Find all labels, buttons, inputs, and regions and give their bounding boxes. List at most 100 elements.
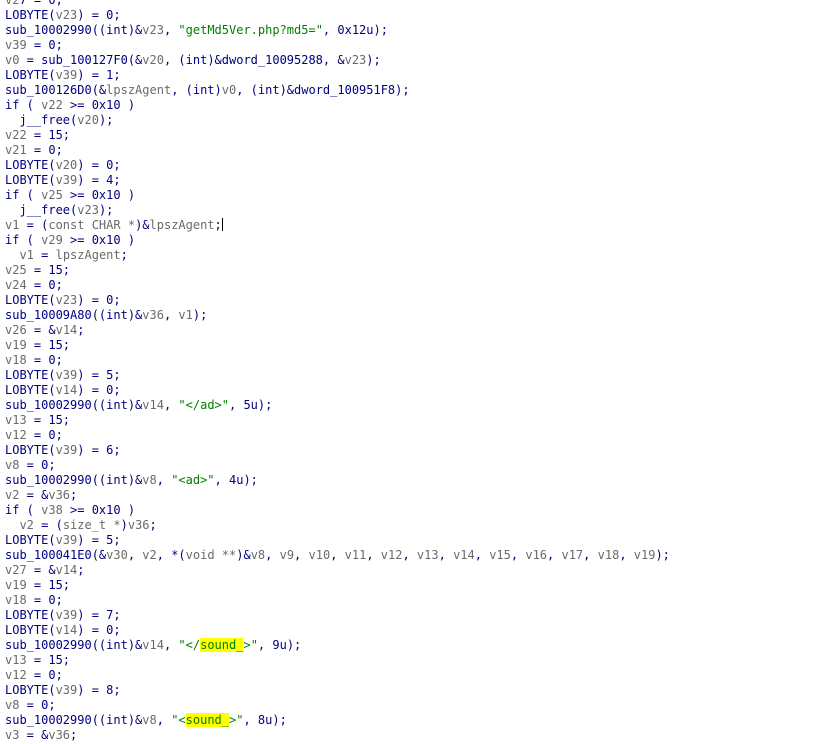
code-line[interactable]: LOBYTE(v39) = 5; <box>5 533 670 548</box>
code-text: = 0; <box>26 427 63 442</box>
code-line[interactable]: LOBYTE(v14) = 0; <box>5 623 670 638</box>
code-line[interactable]: LOBYTE(v39) = 8; <box>5 683 670 698</box>
code-line[interactable]: v1 = lpszAgent; <box>5 248 670 263</box>
code-line[interactable]: LOBYTE(v20) = 0; <box>5 158 670 173</box>
code-line[interactable]: v27 = 0; <box>5 0 670 8</box>
code-line[interactable]: LOBYTE(v39) = 1; <box>5 68 670 83</box>
code-text: if ( <box>5 187 42 202</box>
code-line[interactable]: v27 = &v14; <box>5 563 670 578</box>
code-line[interactable]: v18 = 0; <box>5 593 670 608</box>
code-text: ; <box>214 217 222 232</box>
code-line[interactable]: sub_100041E0(&v30, v2, *(void **)&v8, v9… <box>5 548 670 563</box>
code-text: ) = 8; <box>77 682 121 697</box>
code-line[interactable]: v25 = 15; <box>5 263 670 278</box>
code-line[interactable]: LOBYTE(v39) = 7; <box>5 608 670 623</box>
code-line[interactable]: v1 = (const CHAR *)&lpszAgent; <box>5 217 670 233</box>
code-text: ) = 0; <box>77 622 121 637</box>
code-text: LOBYTE( <box>5 292 56 307</box>
identifier: v23 <box>55 292 78 307</box>
code-text: , <box>127 547 143 562</box>
code-line[interactable]: sub_10002990((int)&v14, "</sound_>", 9u)… <box>5 637 670 653</box>
code-line[interactable]: v24 = 0; <box>5 278 670 293</box>
code-line[interactable]: sub_100126D0(&lpszAgent, (int)v0, (int)&… <box>5 83 670 98</box>
identifier: v1 <box>178 307 193 322</box>
code-line[interactable]: v12 = 0; <box>5 668 670 683</box>
code-line[interactable]: v12 = 0; <box>5 428 670 443</box>
code-line[interactable]: v19 = 15; <box>5 578 670 593</box>
code-text: , (int)&dword_10095288, & <box>163 52 345 67</box>
identifier: v36 <box>127 517 150 532</box>
code-line[interactable]: if ( v38 >= 0x10 ) <box>5 503 670 518</box>
code-line[interactable]: v0 = sub_100127F0(&v20, (int)&dword_1009… <box>5 53 670 68</box>
code-line[interactable]: if ( v29 >= 0x10 ) <box>5 233 670 248</box>
code-text: ); <box>655 547 670 562</box>
code-line[interactable]: v22 = 15; <box>5 128 670 143</box>
code-text: , <box>156 712 172 727</box>
code-text: LOBYTE( <box>5 382 56 397</box>
identifier: v8 <box>5 457 20 472</box>
identifier: v27 <box>5 562 27 577</box>
code-text: , <box>294 547 309 562</box>
code-text: )& <box>135 217 150 232</box>
code-text: , <box>547 547 562 562</box>
code-line[interactable]: LOBYTE(v39) = 6; <box>5 443 670 458</box>
code-line[interactable]: v2 = (size_t *)v36; <box>5 518 670 533</box>
search-highlight: sound_ <box>185 712 229 727</box>
code-line[interactable]: LOBYTE(v39) = 5; <box>5 368 670 383</box>
identifier: v30 <box>106 547 128 562</box>
code-line[interactable]: LOBYTE(v23) = 0; <box>5 8 670 23</box>
code-line[interactable]: v13 = 15; <box>5 413 670 428</box>
code-line[interactable]: v3 = &v36; <box>5 728 670 743</box>
identifier: v14 <box>142 397 164 412</box>
code-line[interactable]: sub_10002990((int)&v23, "getMd5Ver.php?m… <box>5 23 670 38</box>
code-line[interactable]: if ( v22 >= 0x10 ) <box>5 98 670 113</box>
code-line[interactable]: v2 = &v36; <box>5 488 670 503</box>
code-line[interactable]: j__free(v20); <box>5 113 670 128</box>
code-line[interactable]: LOBYTE(v23) = 0; <box>5 293 670 308</box>
code-line[interactable]: sub_10002990((int)&v8, "<sound_>", 8u); <box>5 712 670 728</box>
code-line[interactable]: v19 = 15; <box>5 338 670 353</box>
code-text: ) <box>120 517 128 532</box>
identifier: v20 <box>55 157 78 172</box>
identifier: v39 <box>55 172 78 187</box>
code-line[interactable]: LOBYTE(v39) = 4; <box>5 173 670 188</box>
code-text: LOBYTE( <box>5 157 56 172</box>
identifier: size_t * <box>62 517 121 532</box>
code-text: = & <box>26 322 56 337</box>
code-line[interactable]: v8 = 0; <box>5 458 670 473</box>
code-text: LOBYTE( <box>5 442 56 457</box>
code-text: sub_10009A80((int)& <box>5 307 143 322</box>
code-line[interactable]: sub_10002990((int)&v14, "</ad>", 5u); <box>5 398 670 413</box>
code-line[interactable]: v8 = 0; <box>5 698 670 713</box>
pseudocode-view[interactable]: v27 = 0;LOBYTE(v23) = 0;sub_10002990((in… <box>0 0 828 744</box>
identifier: v12 <box>380 547 403 562</box>
code-line[interactable]: v13 = 15; <box>5 653 670 668</box>
code-text: , <box>619 547 634 562</box>
identifier: v12 <box>5 667 27 682</box>
identifier: v12 <box>5 427 27 442</box>
code-line[interactable]: sub_10009A80((int)&v36, v1); <box>5 308 670 323</box>
code-line[interactable]: j__free(v23); <box>5 203 670 218</box>
code-line[interactable]: v21 = 0; <box>5 143 670 158</box>
code-line[interactable]: if ( v25 >= 0x10 ) <box>5 188 670 203</box>
code-text: ); <box>98 202 114 217</box>
identifier: v1 <box>5 217 20 232</box>
code-text: )& <box>236 547 251 562</box>
code-line[interactable]: v18 = 0; <box>5 353 670 368</box>
code-text: ) = 6; <box>77 442 121 457</box>
code-line[interactable]: v26 = &v14; <box>5 323 670 338</box>
code-line[interactable]: LOBYTE(v14) = 0; <box>5 383 670 398</box>
code-text: sub_10002990((int)& <box>5 637 143 652</box>
identifier: v39 <box>55 367 78 382</box>
identifier: v16 <box>525 547 548 562</box>
identifier: v13 <box>5 652 27 667</box>
code-text: , <box>402 547 417 562</box>
code-text: sub_100126D0(& <box>5 82 107 97</box>
code-text: = 15; <box>26 127 71 142</box>
code-text: , 8u); <box>243 712 287 727</box>
code-line[interactable]: v39 = 0; <box>5 38 670 53</box>
code-text: = ( <box>19 217 49 232</box>
code-line[interactable]: sub_10002990((int)&v8, "<ad>", 4u); <box>5 473 670 488</box>
code-text: , <box>163 637 179 652</box>
code-text: ); <box>98 112 114 127</box>
